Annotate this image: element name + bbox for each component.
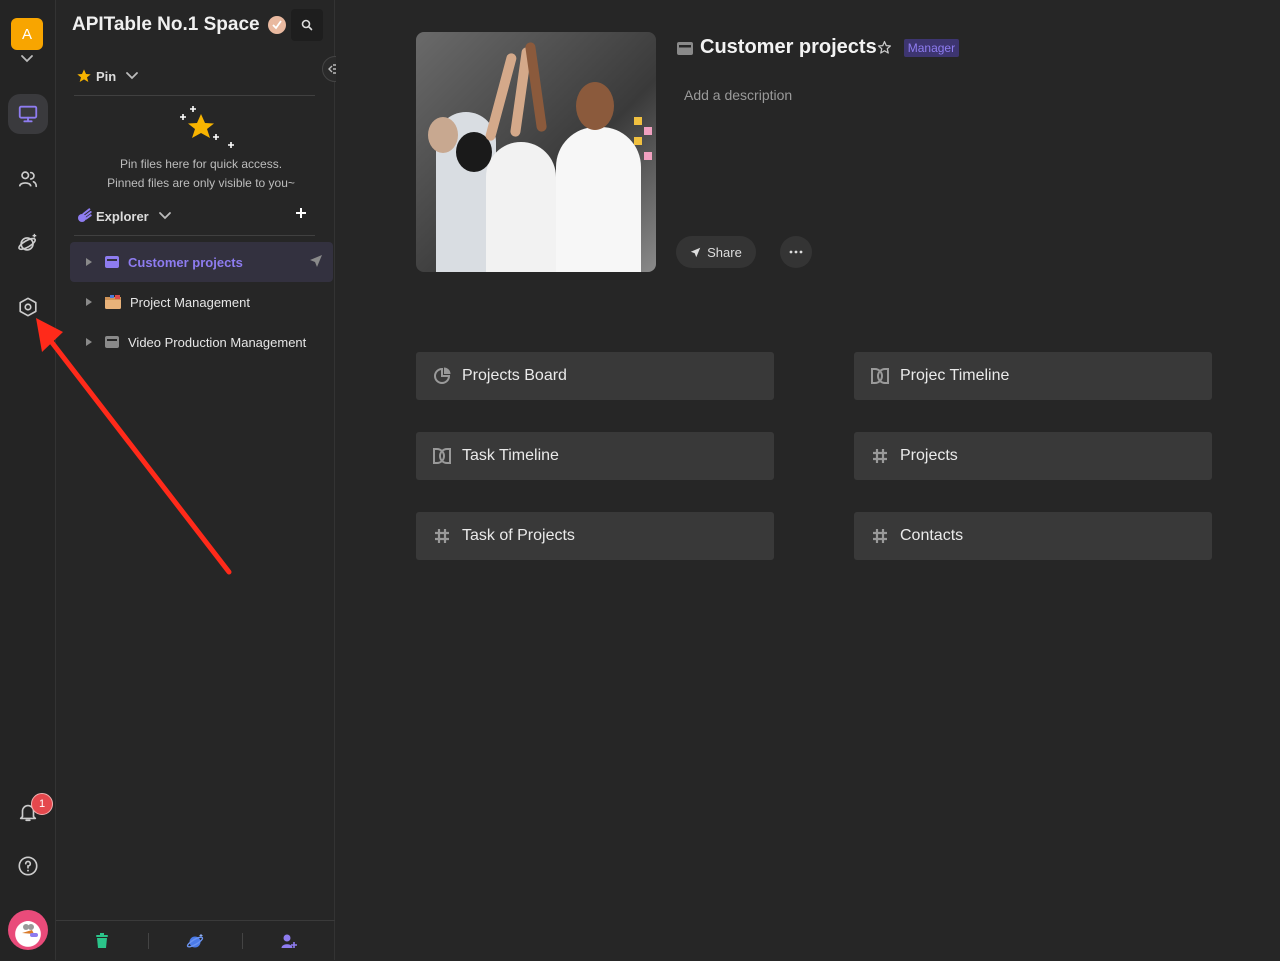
- space-name-text: APITable No.1 Space: [72, 14, 260, 35]
- explorer-label: Explorer: [96, 208, 149, 224]
- star-outline-icon[interactable]: [877, 40, 892, 55]
- node-card-task-timeline[interactable]: Task Timeline: [416, 432, 774, 480]
- share-button[interactable]: Share: [676, 236, 756, 268]
- description-input[interactable]: Add a description: [684, 87, 792, 103]
- node-card-task-of-projects[interactable]: Task of Projects: [416, 512, 774, 560]
- folder-emoji-icon: [105, 295, 121, 309]
- node-label: Projects Board: [462, 367, 567, 384]
- planet-icon: [187, 933, 204, 947]
- chevron-down-icon: [158, 212, 171, 220]
- sparkle-star-icon: [180, 106, 234, 148]
- node-label: Projects: [900, 447, 958, 464]
- users-icon: [18, 171, 38, 188]
- folder-icon: [105, 256, 119, 268]
- pin-section-toggle[interactable]: Pin: [76, 68, 140, 84]
- node-card-projects[interactable]: Projects: [854, 432, 1212, 480]
- planet-icon: [18, 233, 37, 251]
- help-button[interactable]: [8, 846, 48, 886]
- share-label: Share: [707, 244, 742, 260]
- folder-showcase: Customer projects Manager Add a descript…: [336, 0, 1280, 960]
- add-node-button[interactable]: [292, 204, 310, 222]
- space-logo[interactable]: A: [11, 18, 43, 50]
- role-badge: Manager: [903, 38, 960, 57]
- tree-item-label: Project Management: [130, 294, 250, 310]
- invite-member-button[interactable]: [243, 921, 335, 961]
- search-button[interactable]: [291, 9, 323, 41]
- contacts-button[interactable]: [8, 159, 48, 199]
- more-button[interactable]: [780, 236, 812, 268]
- verified-icon: [267, 16, 286, 34]
- trash-button[interactable]: [56, 921, 148, 961]
- search-icon: [301, 19, 313, 31]
- settings-hexagon-icon: [19, 297, 37, 317]
- node-label: Task of Projects: [462, 527, 575, 544]
- divider: [74, 95, 315, 96]
- templates-button[interactable]: [8, 223, 48, 263]
- datasheet-icon: [870, 526, 890, 546]
- folder-cover-image[interactable]: [416, 32, 656, 272]
- duck-avatar-icon: [18, 921, 38, 943]
- node-card-projects-board[interactable]: Projects Board: [416, 352, 774, 400]
- pin-empty-line-1: Pin files here for quick access.: [119, 157, 283, 171]
- expand-triangle-icon[interactable]: [86, 258, 92, 266]
- sidebar-footer: [56, 920, 335, 960]
- node-label: Projec Timeline: [900, 367, 1010, 384]
- folder-icon: [105, 336, 119, 348]
- workbench-button[interactable]: [8, 94, 48, 134]
- share-send-icon[interactable]: [309, 254, 323, 268]
- add-user-icon: [281, 934, 297, 948]
- chevron-down-icon: [126, 72, 139, 80]
- datasheet-icon: [432, 526, 452, 546]
- folder-icon: [677, 41, 693, 55]
- tree-item-customer-projects[interactable]: Customer projects: [70, 242, 333, 282]
- plus-icon: [296, 208, 306, 218]
- tree-item-project-management[interactable]: Project Management: [70, 282, 333, 322]
- folder-title-row: Customer projects Manager: [676, 36, 960, 59]
- template-center-button[interactable]: [149, 921, 241, 961]
- folder-title[interactable]: Customer projects: [700, 36, 877, 59]
- monitor-icon: [18, 105, 38, 123]
- management-button[interactable]: [8, 287, 48, 327]
- node-card-projec-timeline[interactable]: Projec Timeline: [854, 352, 1212, 400]
- more-icon: [789, 250, 803, 254]
- tree-item-video-production-management[interactable]: Video Production Management: [70, 322, 333, 362]
- dashboard-icon: [432, 366, 452, 386]
- send-icon: [690, 247, 701, 257]
- comet-icon: [78, 208, 92, 222]
- tree-item-label: Customer projects: [128, 254, 243, 270]
- expand-triangle-icon[interactable]: [86, 298, 92, 306]
- star-icon: [77, 69, 91, 82]
- help-icon: [18, 856, 38, 876]
- pin-empty-state: Pin files here for quick access. Pinned …: [70, 104, 332, 193]
- user-avatar[interactable]: [8, 910, 48, 950]
- explorer-section-toggle[interactable]: Explorer: [76, 208, 173, 224]
- pin-empty-line-2: Pinned files are only visible to you~: [107, 176, 295, 190]
- trash-icon: [96, 932, 109, 948]
- notification-badge: 1: [31, 793, 53, 815]
- gantt-icon: [432, 446, 452, 466]
- pin-label: Pin: [96, 68, 117, 84]
- chevron-down-icon[interactable]: [19, 54, 35, 64]
- expand-triangle-icon[interactable]: [86, 338, 92, 346]
- tree-item-label: Video Production Management: [128, 334, 307, 350]
- node-card-contacts[interactable]: Contacts: [854, 512, 1212, 560]
- nav-rail: A 1: [0, 0, 56, 960]
- gantt-icon: [870, 366, 890, 386]
- node-label: Contacts: [900, 527, 964, 544]
- divider: [74, 235, 315, 236]
- space-name[interactable]: APITable No.1 Space: [72, 14, 286, 36]
- node-label: Task Timeline: [462, 447, 559, 464]
- explorer-sidebar: APITable No.1 Space Pin Pin files here f…: [56, 0, 348, 960]
- datasheet-icon: [870, 446, 890, 466]
